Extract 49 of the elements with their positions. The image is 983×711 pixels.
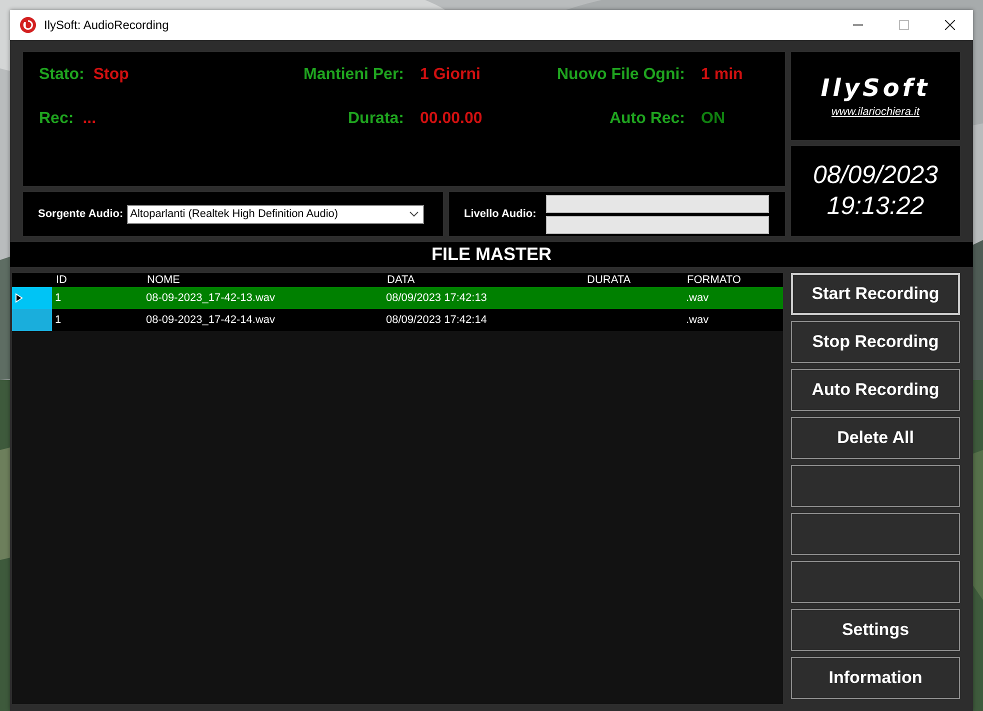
status-value: 1 min (701, 65, 743, 85)
source-dropdown[interactable]: Altoparlanti (Realtek High Definition Audio) (127, 204, 424, 224)
table-row[interactable]: 1 08-09-2023_17-42-13.wav 08/09/2023 17:42:13 .wav (12, 287, 783, 309)
source-label: Sorgente Audio: (38, 208, 124, 220)
status-value: 00.00.00 (420, 109, 482, 129)
chevron-icon (409, 211, 420, 217)
blank-button[interactable] (791, 513, 960, 555)
table-cell-text: 08-09-2023_17-42-13.wav (145, 292, 276, 304)
logo-text: IlySoft (820, 74, 930, 102)
action-button[interactable]: Information (791, 657, 960, 699)
window-title: IlySoft: AudioRecording (44, 18, 169, 32)
action-button[interactable]: Auto Recording (791, 369, 960, 411)
table-cell-text: 08-09-2023_17-42-14.wav (145, 314, 276, 326)
table-row[interactable]: 1 08-09-2023_17-42-14.wav 08/09/2023 17:42:14 .wav (12, 309, 783, 331)
table-cell-text: 08/09/2023 17:42:13 (385, 292, 488, 304)
blank-button[interactable] (791, 561, 960, 603)
column-header[interactable]: FORMATO (683, 273, 783, 287)
status-value: ON (701, 109, 725, 129)
action-button[interactable]: Stop Recording (791, 321, 960, 363)
app-icon (20, 17, 36, 33)
table-cell-text: 1 (54, 292, 62, 304)
clock-date: 08/09/2023 (812, 161, 938, 190)
table-cell-text: 08/09/2023 17:42:14 (385, 314, 488, 326)
status-label: Mantieni Per: (302, 65, 404, 85)
table-cell-text: .wav (685, 314, 710, 326)
status-label: Stato: (39, 65, 84, 85)
table-cell-text: 1 (54, 314, 62, 326)
table-cell-text: .wav (685, 292, 710, 304)
column-header[interactable]: ID (52, 273, 143, 287)
current-row-icon (15, 293, 23, 303)
website-link[interactable]: www.ilariochiera.it (831, 106, 920, 118)
column-header[interactable]: NOME (143, 273, 383, 287)
status-value: 1 Giorni (420, 65, 480, 85)
status-label: Nuovo File Ogni: (556, 65, 685, 85)
blank-button[interactable] (791, 465, 960, 507)
status-value: ... (82, 109, 96, 129)
section-title: FILE MASTER (432, 244, 552, 265)
close-icon[interactable] (945, 20, 955, 30)
column-header[interactable]: DATA (383, 273, 583, 287)
status-label: Durata: (346, 109, 404, 129)
action-button[interactable]: Start Recording (791, 273, 960, 315)
column-header[interactable]: DURATA (583, 273, 683, 287)
action-button[interactable]: Settings (791, 609, 960, 651)
level-label: Livello Audio: (464, 208, 536, 220)
action-button[interactable]: Delete All (791, 417, 960, 459)
clock-time: 19:13:22 (826, 192, 924, 221)
status-value: Stop (93, 65, 129, 85)
status-label: Auto Rec: (608, 109, 685, 129)
status-label: Rec: (39, 109, 74, 129)
